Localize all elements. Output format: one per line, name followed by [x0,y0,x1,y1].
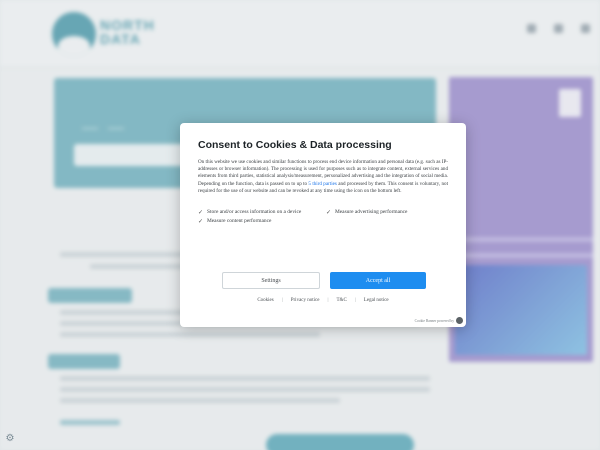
link-separator: | [281,298,283,303]
dialog-title: Consent to Cookies & Data processing [198,139,392,151]
footer-links: Cookies | Privacy notice | T&C | Legal n… [180,298,466,303]
cookie-settings-icon[interactable]: ⚙ [4,433,16,445]
powered-by[interactable]: Cookie Banner powered by [415,317,463,324]
checkmark-icon[interactable]: ✓ [198,210,204,216]
consent-option[interactable]: ✓ Measure content performance [198,218,320,225]
consent-option-label: Measure content performance [207,218,272,225]
checkmark-icon[interactable]: ✓ [198,219,204,225]
powered-by-text: Cookie Banner powered by [414,318,454,323]
third-parties-link[interactable]: 5 third parties [308,181,336,187]
link-separator: | [354,298,356,303]
cookies-link[interactable]: Cookies [257,298,273,303]
settings-button[interactable]: Settings [222,272,320,289]
checkmark-icon[interactable]: ✓ [326,210,332,216]
consent-option-label: Store and/or access information on a dev… [207,209,302,216]
consent-option[interactable]: ✓ Store and/or access information on a d… [198,209,320,216]
terms-link[interactable]: T&C [337,298,347,303]
provider-logo-icon [456,317,463,324]
privacy-notice-link[interactable]: Privacy notice [291,298,320,303]
dialog-actions: Settings Accept all [222,272,426,289]
consent-options: ✓ Store and/or access information on a d… [198,209,448,225]
consent-option[interactable]: ✓ Measure advertising performance [326,209,448,216]
legal-notice-link[interactable]: Legal notice [364,298,389,303]
link-separator: | [327,298,329,303]
dialog-body: On this website we use cookies and simil… [198,159,448,195]
cookie-consent-dialog: Consent to Cookies & Data processing On … [180,123,466,327]
accept-all-button[interactable]: Accept all [330,272,426,289]
consent-option-label: Measure advertising performance [335,209,408,216]
